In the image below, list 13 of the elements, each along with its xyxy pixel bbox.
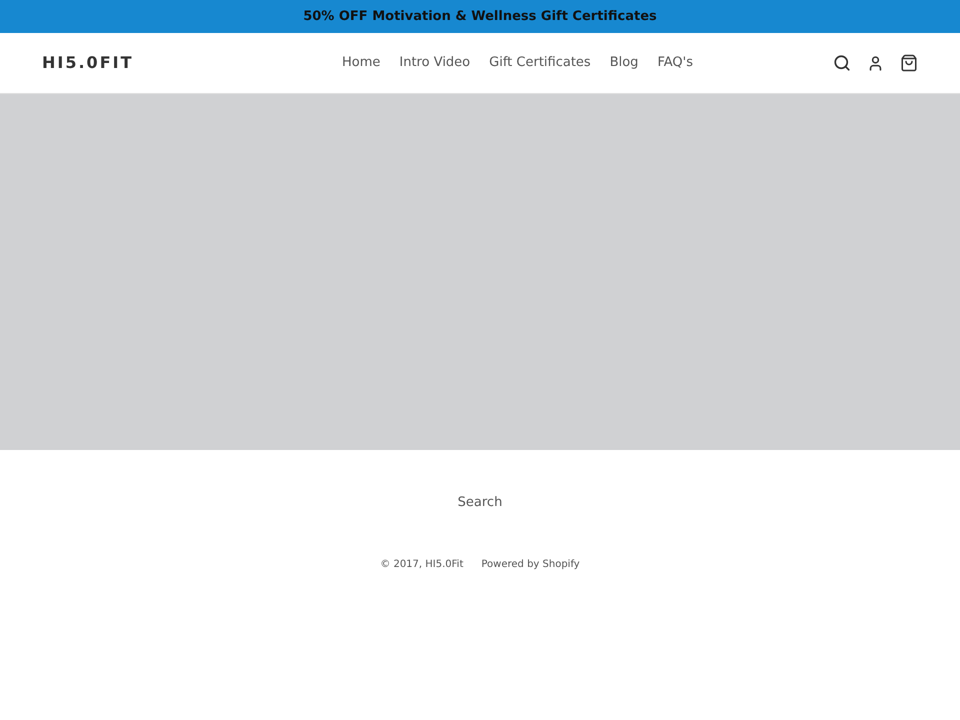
search-icon[interactable]: [833, 54, 851, 72]
nav-link[interactable]: Blog: [610, 53, 638, 73]
cart-icon[interactable]: [900, 54, 918, 72]
footer-link[interactable]: Search: [458, 493, 502, 512]
announcement-bar[interactable]: 50% OFF Motivation & Wellness Gift Certificates: [0, 0, 960, 33]
account-icon[interactable]: [867, 54, 884, 72]
site-logo[interactable]: HI5.0FIT: [42, 51, 272, 75]
nav-link[interactable]: Home: [342, 53, 380, 73]
copyright-text: © 2017, HI5.0Fit: [380, 558, 464, 572]
nav-link[interactable]: Gift Certificates: [489, 53, 591, 73]
nav-link[interactable]: FAQ's: [657, 53, 693, 73]
nav-link[interactable]: Intro Video: [399, 53, 470, 73]
powered-by-link[interactable]: Powered by Shopify: [481, 556, 580, 572]
